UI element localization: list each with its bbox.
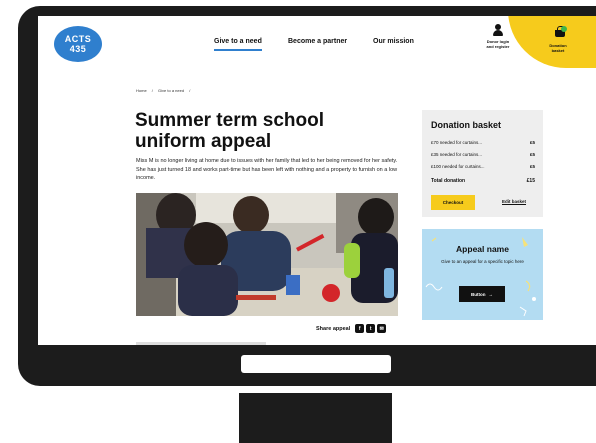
breadcrumb-separator: / [189,88,191,93]
appeal-card-button-label: Button [471,291,486,297]
doodle-decoration [425,237,536,317]
email-icon[interactable]: ✉ [377,324,387,333]
basket-item-amount: £5 [529,164,535,169]
share-appeal-label: Share appeal [316,325,351,332]
arrow-right-icon: → [488,291,494,297]
website-screen: ACTS 435 Give to a need Become a partner… [38,16,596,345]
donation-basket-label[interactable]: Donation basket [538,43,578,53]
below-fold-content [136,342,266,345]
donor-register-label: and register [486,44,510,49]
basket-item: £100 needed for curtains... £5 [431,164,535,169]
appeal-card-description: Give to an appeal for a specific topic h… [441,259,524,264]
appeal-description: Miss M is no longer living at home due t… [136,158,398,181]
donation-basket-link[interactable] [508,16,596,68]
basket-item: £70 needed for curtains... £5 [431,140,535,145]
basket-item-label: £100 needed for curtains... [431,164,485,169]
edit-basket-link[interactable]: Edit basket [502,199,526,204]
basket-item-amount: £5 [529,152,535,157]
breadcrumb-home[interactable]: Home [136,88,147,93]
basket-total-label: Total donation [431,178,466,184]
page-title: Summer term school uniform appeal [135,110,324,152]
logo-text-bottom: 435 [69,44,87,54]
checkout-button[interactable]: Checkout [431,195,475,210]
classroom-photo-illustration [136,193,398,316]
nav-give-to-a-need[interactable]: Give to a need [214,38,262,51]
donation-basket-title: Donation basket [431,120,502,130]
basket-total: Total donation £15 [431,178,535,184]
appeal-card-button[interactable]: Button → [459,286,505,302]
appeal-promo-card: Appeal name Give to an appeal for a spec… [422,229,543,320]
nav-our-mission[interactable]: Our mission [373,38,414,45]
acts-435-logo[interactable]: ACTS 435 [54,26,102,62]
appeal-photo [136,193,398,316]
basket-count-badge [561,26,567,32]
basket-total-amount: £15 [526,178,535,184]
donation-basket-panel: Donation basket £70 needed for curtains.… [422,110,543,217]
breadcrumb: Home / Give to a need / [136,88,194,93]
basket-item-label: £70 needed for curtains... [431,140,483,145]
breadcrumb-give-to-a-need[interactable]: Give to a need [158,88,184,93]
logo-text-top: ACTS [64,34,92,44]
basket-item: £35 needed for curtains... £5 [431,152,535,157]
basket-item-amount: £5 [529,140,535,145]
twitter-icon[interactable]: t [366,324,376,333]
share-appeal: Share appeal f t ✉ [316,324,387,333]
breadcrumb-separator: / [151,88,153,93]
nav-become-a-partner[interactable]: Become a partner [288,38,347,45]
monitor-stand [239,393,392,443]
appeal-card-title: Appeal name [456,244,509,254]
donation-basket-label-line2: basket [551,48,565,53]
facebook-icon[interactable]: f [355,324,365,333]
basket-item-label: £35 needed for curtains... [431,152,483,157]
person-icon [493,24,503,36]
monitor-chin-bar [241,355,391,373]
